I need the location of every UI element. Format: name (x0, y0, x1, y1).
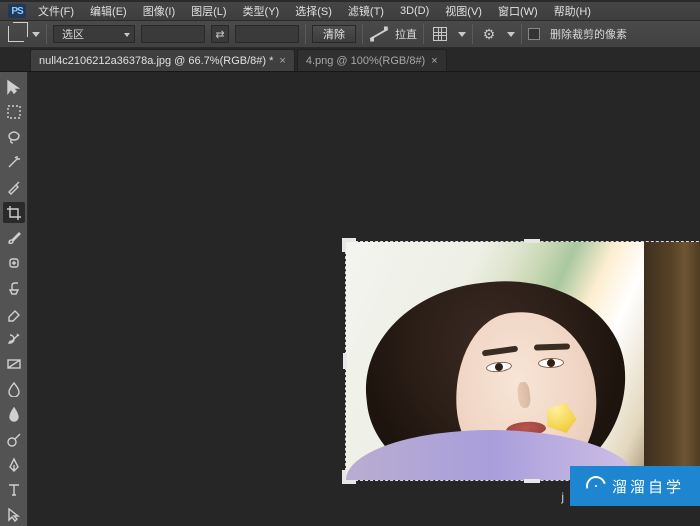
menu-edit[interactable]: 编辑(E) (86, 2, 131, 20)
overlay-grid-chevron-icon[interactable] (458, 32, 466, 37)
clear-button[interactable]: 清除 (312, 25, 356, 43)
options-bar: 选区 ⇄ 清除 拉直 ⚙ 删除裁剪的像素 (0, 20, 700, 48)
document-tab-label: null4c2106212a36378a.jpg @ 66.7%(RGB/8#)… (39, 55, 273, 67)
separator (472, 24, 473, 44)
stray-text: j (561, 490, 564, 504)
crop-width-input[interactable] (141, 25, 205, 43)
menu-help[interactable]: 帮助(H) (550, 2, 595, 20)
brush-tool-icon[interactable] (3, 227, 25, 248)
menu-file[interactable]: 文件(F) (34, 2, 78, 20)
crop-options-chevron-icon[interactable] (507, 32, 515, 37)
document-image (346, 242, 700, 480)
toolbox (0, 72, 28, 526)
crop-handle-top[interactable] (524, 239, 540, 243)
crop-selection[interactable] (346, 242, 700, 480)
crop-handle-bottom[interactable] (524, 479, 540, 483)
magic-wand-tool-icon[interactable] (3, 152, 25, 173)
canvas[interactable]: j 溜溜自学 (28, 72, 700, 526)
crop-tool-icon (8, 26, 24, 42)
crop-ratio-select[interactable]: 选区 (53, 25, 135, 43)
tool-preset-chevron-icon[interactable] (32, 32, 40, 37)
gradient-tool-icon[interactable] (3, 353, 25, 374)
crop-handle-left[interactable] (343, 353, 347, 369)
crop-handle-bottom-left[interactable] (342, 480, 356, 484)
document-tab-label: 4.png @ 100%(RGB/8#) (306, 55, 425, 67)
app-logo: PS (8, 4, 26, 18)
overlay-grid-icon[interactable] (430, 25, 450, 43)
menu-image[interactable]: 图像(I) (139, 2, 179, 20)
separator (423, 24, 424, 44)
separator (521, 24, 522, 44)
menu-view[interactable]: 视图(V) (441, 2, 486, 20)
clone-stamp-tool-icon[interactable] (3, 278, 25, 299)
pen-tool-icon[interactable] (3, 454, 25, 475)
watermark-logo-icon (582, 472, 609, 499)
menu-select[interactable]: 选择(S) (291, 2, 336, 20)
separator (46, 24, 47, 44)
move-tool-icon[interactable] (3, 76, 25, 97)
dodge-tool-icon[interactable] (3, 429, 25, 450)
crop-tool-icon[interactable] (3, 202, 25, 223)
delete-cropped-checkbox[interactable] (528, 28, 544, 40)
crop-handle-top-left[interactable] (342, 238, 356, 242)
healing-tool-icon[interactable] (3, 253, 25, 274)
lasso-tool-icon[interactable] (3, 126, 25, 147)
marquee-tool-icon[interactable] (3, 101, 25, 122)
close-icon[interactable]: × (279, 55, 285, 67)
close-icon[interactable]: × (431, 55, 437, 67)
crop-ratio-value: 选区 (62, 26, 84, 42)
clear-button-label: 清除 (323, 26, 345, 42)
document-tab-active[interactable]: null4c2106212a36378a.jpg @ 66.7%(RGB/8#)… (30, 49, 295, 71)
history-brush-tool-icon[interactable] (3, 328, 25, 349)
menu-3d[interactable]: 3D(D) (396, 4, 433, 18)
workspace: j 溜溜自学 (0, 72, 700, 526)
menu-filter[interactable]: 滤镜(T) (344, 2, 388, 20)
document-tab-bar: null4c2106212a36378a.jpg @ 66.7%(RGB/8#)… (0, 48, 700, 72)
menubar: PS 文件(F) 编辑(E) 图像(I) 图层(L) 类型(Y) 选择(S) 滤… (0, 2, 700, 20)
blur-tool-icon[interactable] (3, 379, 25, 400)
path-selection-tool-icon[interactable] (3, 505, 25, 526)
menu-type[interactable]: 类型(Y) (239, 2, 284, 20)
delete-cropped-label: 删除裁剪的像素 (550, 26, 627, 42)
document-tab[interactable]: 4.png @ 100%(RGB/8#) × (297, 49, 447, 71)
straighten-label: 拉直 (395, 26, 417, 42)
separator (362, 24, 363, 44)
separator (305, 24, 306, 44)
menu-window[interactable]: 窗口(W) (494, 2, 542, 20)
paint-bucket-tool-icon[interactable] (3, 404, 25, 425)
crop-options-gear-icon[interactable]: ⚙ (479, 25, 499, 43)
swap-dimensions-button[interactable]: ⇄ (211, 25, 229, 43)
straighten-icon[interactable] (369, 25, 389, 43)
crop-height-input[interactable] (235, 25, 299, 43)
watermark-badge: 溜溜自学 (570, 466, 700, 506)
eyedropper-tool-icon[interactable] (3, 177, 25, 198)
type-tool-icon[interactable] (3, 480, 25, 501)
menu-layer[interactable]: 图层(L) (187, 2, 230, 20)
watermark-text: 溜溜自学 (612, 476, 684, 497)
eraser-tool-icon[interactable] (3, 303, 25, 324)
